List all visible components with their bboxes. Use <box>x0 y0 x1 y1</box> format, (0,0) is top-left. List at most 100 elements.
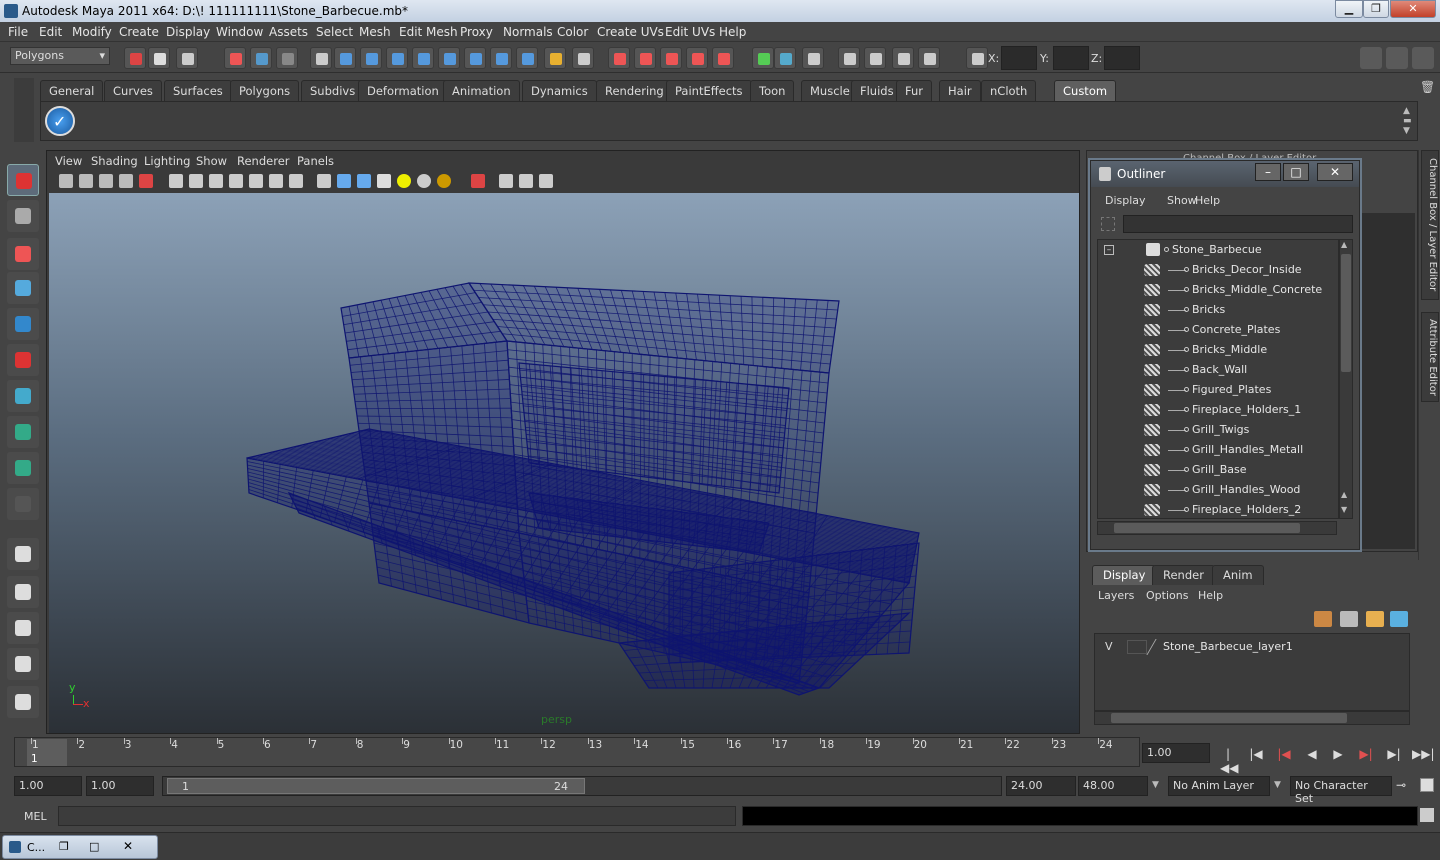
go-to-start-button[interactable]: |◀◀ <box>1220 747 1238 775</box>
status-tool-icon[interactable] <box>490 47 512 69</box>
viewport-toolbar-icon[interactable] <box>59 174 73 188</box>
status-tool-icon[interactable] <box>966 47 988 69</box>
viewport-toolbar-icon[interactable] <box>189 174 203 188</box>
outliner-item[interactable]: Concrete_Plates <box>1098 320 1338 340</box>
viewport-toolbar-icon[interactable] <box>79 174 93 188</box>
move-tool-icon[interactable] <box>7 272 39 304</box>
status-tool-icon[interactable] <box>224 47 246 69</box>
status-tool-icon[interactable] <box>918 47 940 69</box>
outliner-close-button[interactable]: ✕ <box>1317 163 1353 181</box>
viewport-toolbar-icon[interactable] <box>337 174 351 188</box>
viewport-toolbar-icon[interactable] <box>357 174 371 188</box>
status-tool-icon[interactable] <box>774 47 796 69</box>
viewport-menu-show[interactable]: Show <box>196 154 227 168</box>
start-time-field[interactable]: 1.00 <box>14 776 82 796</box>
viewport-toolbar-icon[interactable] <box>397 174 411 188</box>
outliner-item[interactable]: Fireplace_Holders_2 <box>1098 500 1338 518</box>
menu-window[interactable]: Window <box>216 25 263 39</box>
menu-proxy[interactable]: Proxy <box>460 25 493 39</box>
move-layer-up-icon[interactable] <box>1366 611 1384 627</box>
viewport-toolbar-icon[interactable] <box>377 174 391 188</box>
outliner-item[interactable]: Grill_Handles_Metall <box>1098 440 1338 460</box>
new-layer-from-selected-icon[interactable] <box>1314 611 1332 627</box>
paint-select-tool-icon[interactable] <box>7 238 39 270</box>
channel-box-icon[interactable] <box>1412 47 1434 69</box>
show-manipulator-icon[interactable] <box>7 452 39 484</box>
outliner-item[interactable]: Grill_Handles_Wood <box>1098 480 1338 500</box>
status-tool-icon[interactable] <box>438 47 460 69</box>
command-language-label[interactable]: MEL <box>24 810 47 823</box>
viewport-toolbar-icon[interactable] <box>249 174 263 188</box>
layer-tab-anim[interactable]: Anim <box>1212 565 1264 585</box>
viewport-toolbar-icon[interactable] <box>139 174 153 188</box>
close-icon[interactable]: ✕ <box>123 839 133 853</box>
scale-tool-icon[interactable] <box>7 344 39 376</box>
last-tool-icon[interactable] <box>7 488 39 520</box>
status-tool-icon[interactable] <box>864 47 886 69</box>
outliner-item[interactable]: Bricks_Middle <box>1098 340 1338 360</box>
lasso-tool-icon[interactable] <box>7 200 39 232</box>
collapse-toggle-icon[interactable]: – <box>1104 245 1114 255</box>
end-time-field[interactable]: 48.00 <box>1078 776 1148 796</box>
status-tool-icon[interactable] <box>634 47 656 69</box>
y-field[interactable] <box>1053 46 1089 70</box>
viewport-menu-panels[interactable]: Panels <box>297 154 334 168</box>
maximize-icon[interactable]: □ <box>89 840 99 853</box>
tab-rendering[interactable]: Rendering <box>596 80 673 101</box>
outliner-item[interactable]: Grill_Base <box>1098 460 1338 480</box>
restore-icon[interactable]: ❐ <box>59 840 69 853</box>
trash-icon[interactable]: 🗑 <box>1420 80 1435 96</box>
viewport-toolbar-icon[interactable] <box>169 174 183 188</box>
outliner-vertical-scrollbar[interactable]: ▲ ▲ ▼ <box>1339 239 1353 519</box>
viewport-toolbar-icon[interactable] <box>289 174 303 188</box>
status-tool-icon[interactable] <box>892 47 914 69</box>
soft-modification-tool-icon[interactable] <box>7 416 39 448</box>
x-field[interactable] <box>1001 46 1037 70</box>
anim-layer-dropdown-icon[interactable]: ▼ <box>1152 780 1159 790</box>
minimize-button[interactable]: ▁ <box>1335 0 1363 18</box>
persp-outliner-layout-icon[interactable] <box>7 612 39 644</box>
viewport-toolbar-icon[interactable] <box>417 174 431 188</box>
key-icon[interactable]: ⊸ <box>1396 778 1406 792</box>
perspective-viewport[interactable]: y x persp <box>49 193 1079 733</box>
menu-set-dropdown[interactable]: Polygons ▾ <box>10 47 110 65</box>
step-forward-key-button[interactable]: ▶| <box>1358 747 1374 761</box>
shelf-menu-handle[interactable] <box>14 78 34 142</box>
outliner-item[interactable]: Figured_Plates <box>1098 380 1338 400</box>
maximize-button[interactable]: ❐ <box>1363 0 1389 18</box>
viewport-toolbar-icon[interactable] <box>99 174 113 188</box>
tab-fur[interactable]: Fur <box>896 80 933 101</box>
status-tool-icon[interactable] <box>464 47 486 69</box>
status-tool-icon[interactable] <box>686 47 708 69</box>
tab-ncloth[interactable]: nCloth <box>981 80 1037 101</box>
tab-animation[interactable]: Animation <box>443 80 520 101</box>
script-editor-icon[interactable] <box>1420 808 1434 822</box>
select-tool-icon[interactable] <box>7 164 39 196</box>
go-to-end-button[interactable]: ▶▶| <box>1412 747 1435 761</box>
tab-hair[interactable]: Hair <box>939 80 981 101</box>
tab-fluids[interactable]: Fluids <box>851 80 903 101</box>
menu-display[interactable]: Display <box>166 25 210 39</box>
attribute-editor-icon[interactable] <box>1360 47 1382 69</box>
layer-template-toggle[interactable] <box>1127 640 1147 654</box>
playback-start-field[interactable]: 1.00 <box>86 776 154 796</box>
tab-deformation[interactable]: Deformation <box>358 80 448 101</box>
outliner-item[interactable]: Fireplace_Holders_1 <box>1098 400 1338 420</box>
play-forward-button[interactable]: ▶ <box>1330 747 1346 761</box>
character-set-dropdown-icon[interactable]: ▼ <box>1274 780 1281 790</box>
status-tool-icon[interactable] <box>802 47 824 69</box>
outliner-menu-display[interactable]: Display <box>1105 194 1146 207</box>
range-slider-handle[interactable]: 1 24 <box>167 778 585 794</box>
status-tool-icon[interactable] <box>660 47 682 69</box>
status-tool-icon[interactable] <box>386 47 408 69</box>
viewport-toolbar-icon[interactable] <box>539 174 553 188</box>
outliner-maximize-button[interactable]: □ <box>1283 163 1309 181</box>
outliner-horizontal-scrollbar[interactable] <box>1097 521 1337 535</box>
channel-box-side-tab[interactable]: Channel Box / Layer Editor <box>1421 150 1439 300</box>
menu-mesh[interactable]: Mesh <box>359 25 391 39</box>
menu-assets[interactable]: Assets <box>269 25 308 39</box>
outliner-item[interactable]: Back_Wall <box>1098 360 1338 380</box>
status-tool-icon[interactable] <box>148 47 170 69</box>
attribute-editor-side-tab[interactable]: Attribute Editor <box>1421 312 1439 402</box>
tab-dynamics[interactable]: Dynamics <box>522 80 597 101</box>
